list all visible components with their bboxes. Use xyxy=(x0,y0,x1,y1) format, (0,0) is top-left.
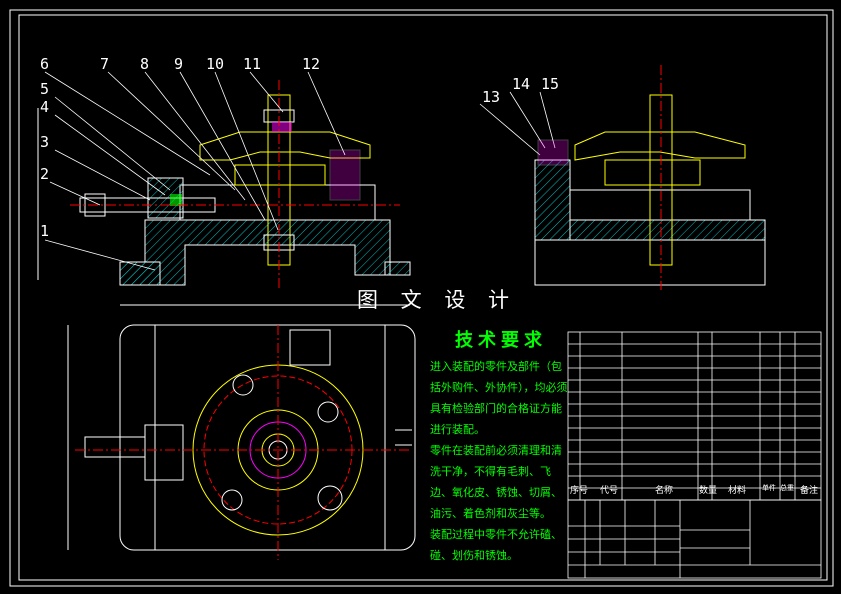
bom-col-material: 材料 xyxy=(728,484,746,496)
fixture-plate xyxy=(234,164,326,186)
side-body xyxy=(569,189,751,221)
watermark-text: 图 文 设 计 xyxy=(357,288,518,312)
base-foot-left xyxy=(119,261,161,286)
top-hole-3 xyxy=(221,489,243,511)
part-label-12: 12 xyxy=(302,55,321,73)
top-slot xyxy=(395,429,412,446)
bom-col-name: 名称 xyxy=(655,484,673,496)
bom-col-remark: 备注 xyxy=(800,484,818,496)
washer xyxy=(272,122,292,132)
bom-col-unit-weight: 单件 xyxy=(762,483,776,492)
part-label-15: 15 xyxy=(541,75,560,93)
part-label-13: 13 xyxy=(482,88,501,106)
part-label-14: 14 xyxy=(512,75,531,93)
part-label-2: 2 xyxy=(40,165,50,183)
tech-note-2: 零件在装配前必须清理和清洗干净，不得有毛刺、飞边、氧化皮、锈蚀、切屑、油污、着色… xyxy=(430,444,562,520)
tech-note-1: 进入装配的零件及部件（包括外购件、外协件），均必须具有检验部门的合格证方能进行装… xyxy=(430,360,568,436)
side-support-block xyxy=(537,139,569,166)
tech-requirements-title: 技术要求 xyxy=(455,330,547,351)
bom-table xyxy=(567,331,822,501)
part-label-5: 5 xyxy=(40,80,50,98)
title-block xyxy=(567,499,822,579)
side-fixture xyxy=(604,159,701,186)
bom-col-qty: 数量 xyxy=(699,484,717,496)
tech-requirements-body: 进入装配的零件及部件（包括外购件、外协件），均必须具有检验部门的合格证方能进行装… xyxy=(430,356,570,566)
part-label-1: 1 xyxy=(40,222,50,240)
part-label-8: 8 xyxy=(140,55,150,73)
bom-col-code: 代号 xyxy=(600,485,618,496)
part-label-9: 9 xyxy=(174,55,184,73)
side-plate xyxy=(569,219,766,241)
bom-col-no: 序号 xyxy=(570,484,588,496)
bom-header: 序号 代号 名称 数量 材料 单件 总重 备注 xyxy=(570,483,818,496)
part-label-11: 11 xyxy=(243,55,262,73)
top-cylinder xyxy=(144,424,184,481)
base-foot-right xyxy=(384,261,411,276)
top-support xyxy=(289,329,331,366)
spring-seat xyxy=(170,194,182,206)
top-screw xyxy=(84,436,146,458)
top-view xyxy=(67,324,416,560)
side-pressing-plate xyxy=(574,131,746,161)
front-view xyxy=(37,80,411,306)
side-support xyxy=(534,159,571,241)
bom-col-total-weight: 总重 xyxy=(780,483,794,492)
top-hole-4 xyxy=(317,485,343,511)
part-label-4: 4 xyxy=(40,98,50,116)
part-label-6: 6 xyxy=(40,55,50,73)
part-label-3: 3 xyxy=(40,133,50,151)
tech-note-3: 装配过程中零件不允许磕、碰、划伤和锈蚀。 xyxy=(430,528,562,562)
top-hole-2 xyxy=(317,401,339,423)
part-label-7: 7 xyxy=(100,55,110,73)
side-view xyxy=(534,65,766,290)
part-label-10: 10 xyxy=(206,55,225,73)
support-block xyxy=(329,149,361,201)
